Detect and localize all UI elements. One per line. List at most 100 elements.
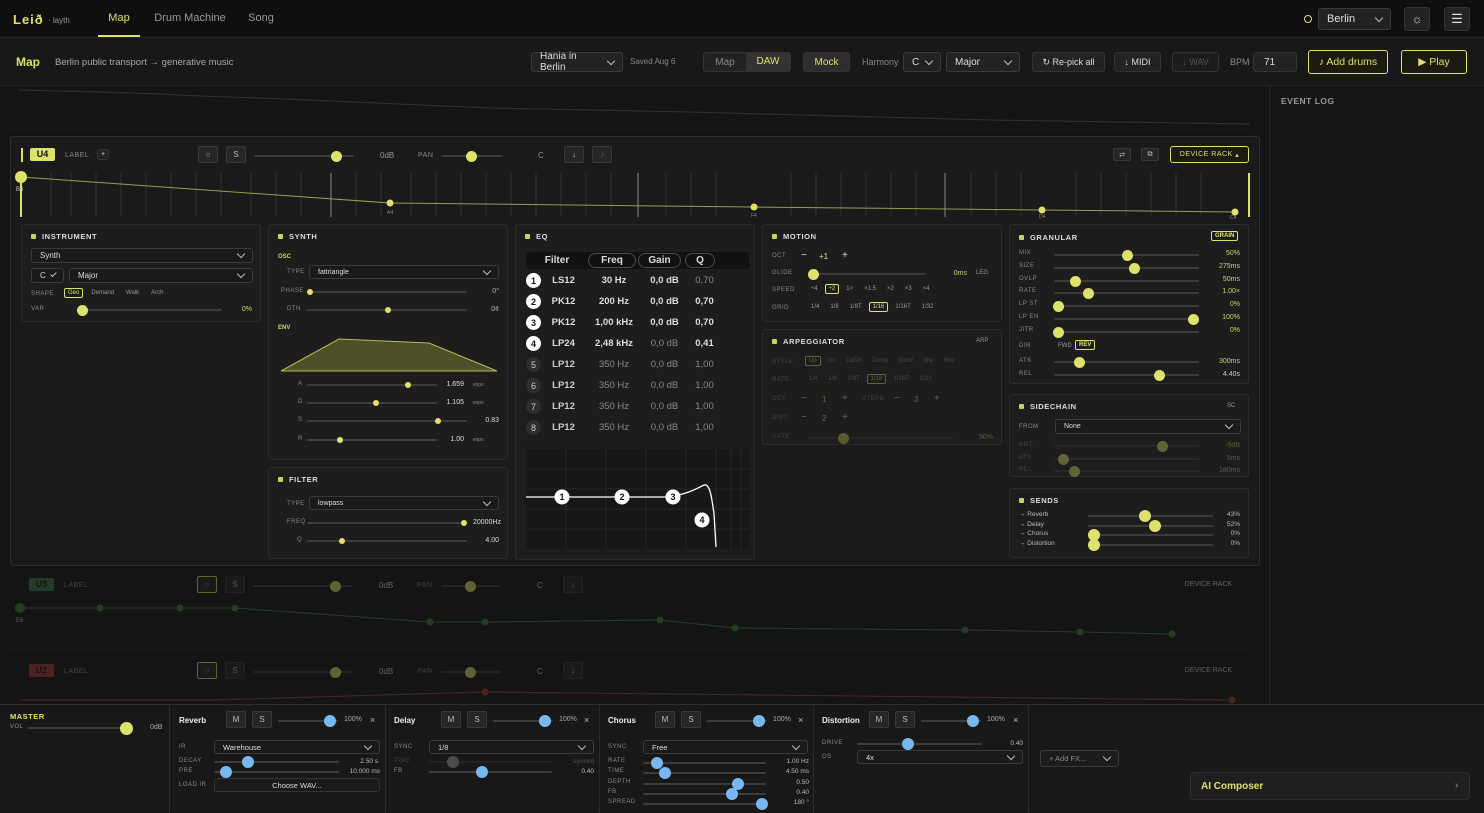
send-slider[interactable]: [1088, 529, 1213, 542]
reverb-mix-slider[interactable]: [278, 715, 338, 727]
arrow-down-icon[interactable]: ↓: [563, 662, 583, 679]
granular-param-slider[interactable]: [1054, 314, 1200, 325]
arp-rate-option[interactable]: 1/32: [916, 374, 936, 384]
reverb-solo-button[interactable]: S: [252, 711, 272, 728]
arp-style-option[interactable]: Dn: [824, 356, 840, 366]
city-select[interactable]: Berlin: [1318, 8, 1391, 30]
eq-band-q[interactable]: 1,00: [687, 359, 722, 370]
copy-icon[interactable]: ⧉: [1141, 148, 1159, 161]
delay-mix-slider[interactable]: [493, 715, 553, 727]
delay-fb-slider[interactable]: [429, 766, 552, 778]
instrument-type-select[interactable]: Synth: [31, 248, 253, 263]
track-timeline[interactable]: E6: [10, 598, 1250, 648]
instrument-scale-select[interactable]: Major: [69, 268, 253, 283]
eq-band[interactable]: 7 LP12 350 Hz 0,0 dB 1,00: [526, 396, 749, 417]
arrow-down-icon[interactable]: ↓: [564, 146, 584, 163]
menu-button[interactable]: ☰: [1444, 7, 1470, 31]
grid-option[interactable]: 1/8: [826, 302, 842, 312]
dir-rev-button[interactable]: REV: [1075, 340, 1096, 350]
tab-song[interactable]: Song: [240, 0, 282, 37]
delay-close-icon[interactable]: ×: [584, 715, 589, 725]
arp-rate-option[interactable]: 1/4: [805, 374, 821, 384]
delay-sync-select[interactable]: 1/8: [429, 740, 594, 754]
var-slider[interactable]: [77, 305, 222, 316]
distortion-os-select[interactable]: 4x: [857, 750, 1023, 764]
arp-dist-increment[interactable]: +: [842, 412, 848, 423]
reverb-pre-slider[interactable]: [214, 766, 339, 778]
stop-marker[interactable]: [1038, 206, 1046, 214]
eq-band[interactable]: 4 LP24 2,48 kHz 0,0 dB 0,41: [526, 333, 749, 354]
pan-slider[interactable]: [441, 667, 501, 678]
eq-header-freq[interactable]: Freq: [588, 253, 636, 268]
reverb-close-icon[interactable]: ×: [370, 715, 375, 725]
distortion-mute-button[interactable]: M: [869, 711, 889, 728]
eq-band-gain[interactable]: 0,0 dB: [642, 380, 687, 391]
eq-band-freq[interactable]: 350 Hz: [586, 401, 642, 412]
add-fx-select[interactable]: + Add FX...: [1040, 750, 1119, 767]
shape-geo[interactable]: Geo: [64, 288, 84, 298]
view-daw-button[interactable]: DAW: [746, 53, 790, 71]
arp-style-option[interactable]: Div: [920, 356, 937, 366]
play-button[interactable]: ▶ Play: [1401, 50, 1467, 74]
speed-option[interactable]: ×2: [883, 284, 898, 294]
harmony-scale-select[interactable]: Major: [946, 52, 1020, 72]
device-rack-button[interactable]: DEVICE RACK ▴: [1170, 146, 1249, 163]
mock-button[interactable]: Mock: [803, 52, 850, 72]
granular-toggle[interactable]: GRAIN: [1211, 231, 1239, 241]
solo-button[interactable]: S: [226, 146, 246, 163]
granular-param-slider[interactable]: [1054, 262, 1199, 274]
bpm-input[interactable]: 71: [1253, 52, 1297, 72]
chorus-close-icon[interactable]: ×: [798, 715, 803, 725]
eq-band-type[interactable]: LP12: [541, 422, 586, 433]
arp-rate-option[interactable]: 1/16T: [889, 374, 912, 384]
filter-freq-slider[interactable]: [307, 520, 467, 526]
env-release-curve[interactable]: expo: [473, 437, 484, 443]
eq-band-q[interactable]: 1,00: [687, 422, 722, 433]
eq-band-type[interactable]: LP12: [541, 401, 586, 412]
dtn-slider[interactable]: [307, 307, 467, 313]
granular-param-slider[interactable]: [1054, 288, 1199, 300]
device-rack-button[interactable]: DEVICE RACK: [1169, 577, 1248, 592]
track-name-badge[interactable]: U2: [29, 664, 54, 677]
distortion-close-icon[interactable]: ×: [1013, 715, 1018, 725]
env-sustain-slider[interactable]: [307, 418, 467, 424]
arp-dist-decrement[interactable]: −: [801, 412, 807, 423]
grid-option[interactable]: 1/4: [807, 302, 823, 312]
repick-all-button[interactable]: ↻ Re-pick all: [1032, 52, 1105, 72]
eq-band-q[interactable]: 0,70: [687, 296, 722, 307]
eq-band-type[interactable]: PK12: [541, 317, 586, 328]
granular-param-slider[interactable]: [1053, 326, 1199, 338]
distortion-mix-slider[interactable]: [921, 715, 981, 727]
add-label-button[interactable]: +: [97, 149, 109, 160]
sidechain-toggle[interactable]: SC: [1227, 403, 1235, 409]
env-decay-curve[interactable]: expo: [473, 400, 484, 406]
arp-style-option[interactable]: UpDn: [842, 356, 865, 366]
arp-rate-option[interactable]: 1/8: [824, 374, 840, 384]
speed-option[interactable]: ×3: [901, 284, 916, 294]
eq-band-freq[interactable]: 1,00 kHz: [586, 317, 642, 328]
eq-curve-graph[interactable]: 1 2 3 4: [526, 449, 749, 549]
eq-band[interactable]: 2 PK12 200 Hz 0,0 dB 0,70: [526, 291, 749, 312]
sc-rel-slider[interactable]: [1054, 466, 1199, 477]
envelope-graph[interactable]: [279, 333, 501, 373]
tab-map[interactable]: Map: [98, 0, 140, 37]
sc-from-select[interactable]: None: [1055, 419, 1241, 434]
chorus-rate-slider[interactable]: [643, 757, 766, 769]
distortion-drive-slider[interactable]: [857, 738, 982, 750]
track-label[interactable]: LABEL: [64, 668, 88, 675]
track-label[interactable]: LABEL: [64, 582, 88, 589]
send-slider[interactable]: [1088, 519, 1213, 532]
delay-solo-button[interactable]: S: [467, 711, 487, 728]
track-label[interactable]: LABEL: [65, 152, 89, 159]
sc-atk-slider[interactable]: [1054, 454, 1199, 465]
glide-slider[interactable]: [808, 269, 925, 280]
eq-band-gain[interactable]: 0,0 dB: [642, 275, 687, 286]
reverb-ir-select[interactable]: Warehouse: [214, 740, 380, 754]
eq-band-gain[interactable]: 0,0 dB: [642, 296, 687, 307]
speed-option[interactable]: ÷2: [824, 284, 840, 294]
arp-rate-option[interactable]: 1/8T: [844, 374, 864, 384]
eq-band-type[interactable]: PK12: [541, 296, 586, 307]
choose-wav-button[interactable]: Choose WAV...: [214, 778, 380, 792]
speed-option[interactable]: ÷4: [807, 284, 822, 294]
eq-band[interactable]: 8 LP12 350 Hz 0,0 dB 1,00: [526, 417, 749, 438]
